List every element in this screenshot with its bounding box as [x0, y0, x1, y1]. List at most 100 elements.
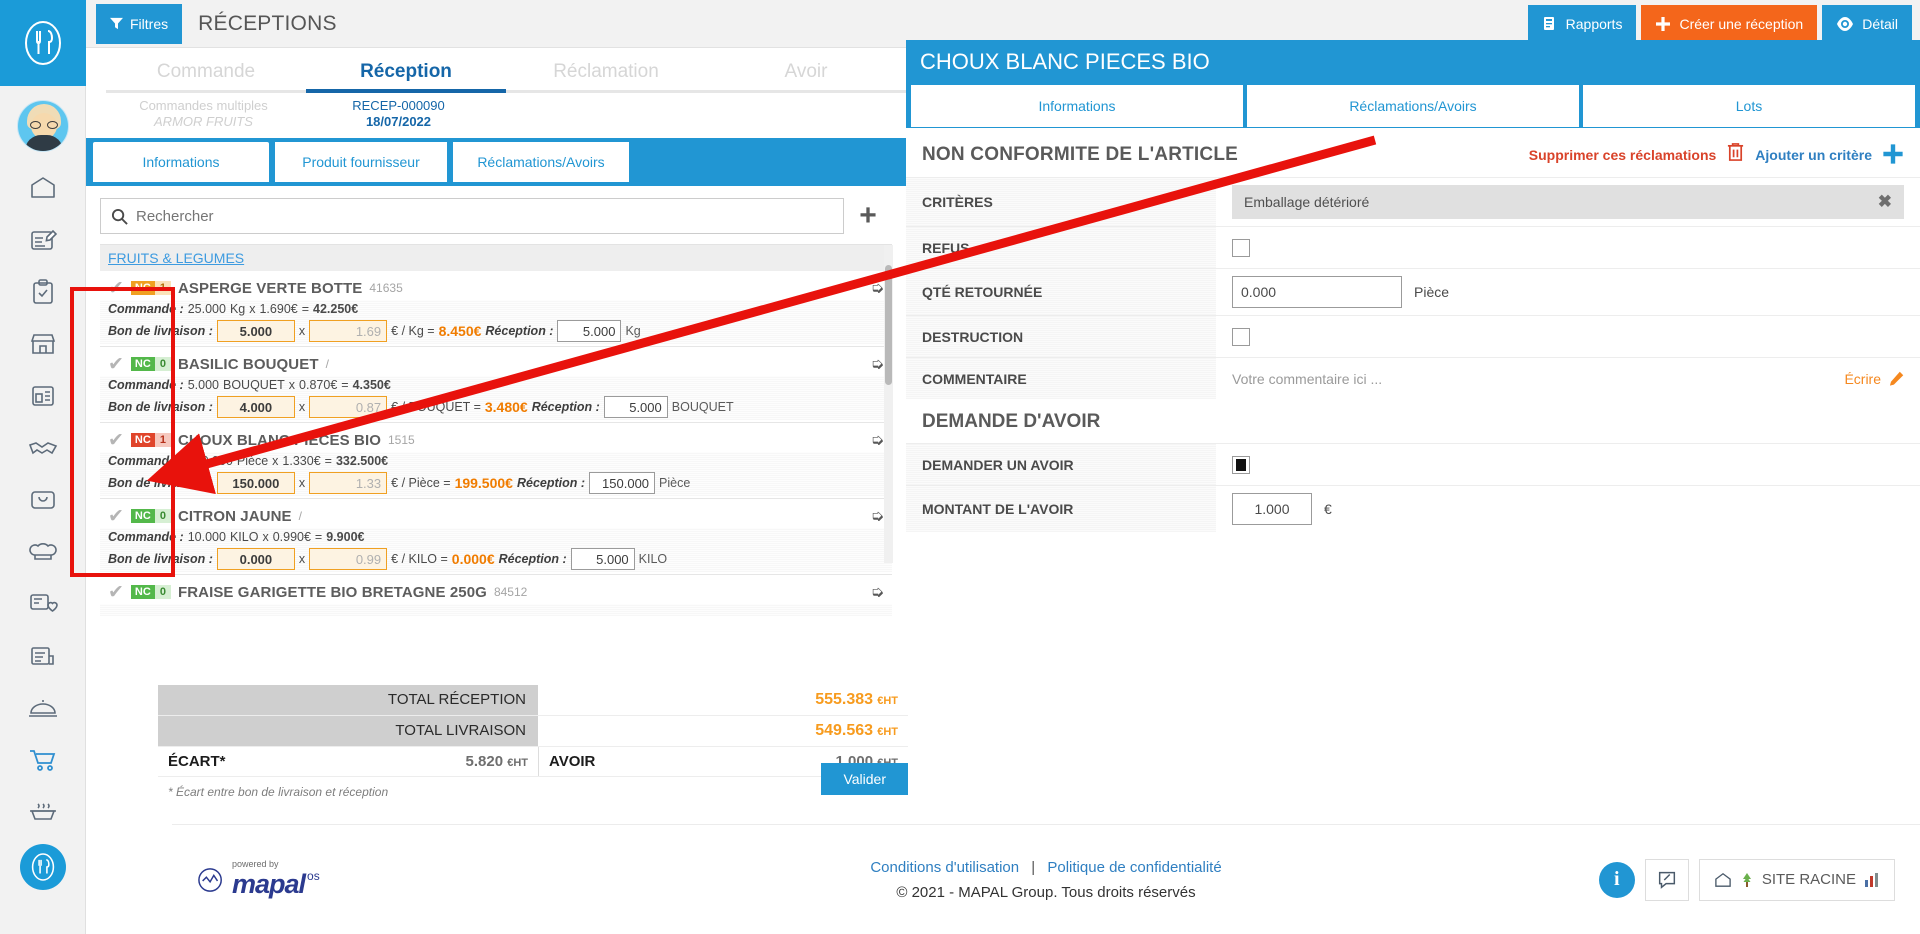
product-row[interactable]: ✔ NC 0 CITRON JAUNE / ➭ Commande : 10.00… [100, 499, 892, 575]
bl-qty-input[interactable]: 0.000 [216, 548, 295, 570]
sidebar-item-cloche[interactable] [17, 686, 69, 730]
reply-icon[interactable]: ➭ [871, 278, 884, 298]
reports-button[interactable]: Rapports [1527, 5, 1637, 43]
detail-button[interactable]: Détail [1822, 5, 1912, 43]
app-logo[interactable] [0, 0, 86, 86]
close-icon[interactable]: ✖ [1878, 192, 1892, 212]
inner-tab-produit-fournisseur[interactable]: Produit fournisseur [274, 141, 448, 183]
filters-button[interactable]: Filtres [96, 3, 183, 44]
topbar-actions: Rapports Créer une réception Détail [1527, 5, 1912, 43]
destruction-checkbox[interactable] [1232, 327, 1250, 346]
totals-block: TOTAL RÉCEPTION 555.383 €HT TOTAL LIVRAI… [158, 685, 908, 807]
bl-price-input[interactable]: 0.87 [309, 396, 388, 418]
privacy-link[interactable]: Politique de confidentialité [1047, 859, 1221, 876]
sidebar-item-chef-hat[interactable] [17, 530, 69, 574]
check-icon[interactable]: ✔ [108, 583, 124, 602]
inner-tab-reclamations-avoirs[interactable]: Réclamations/Avoirs [452, 141, 630, 183]
commande-total: 332.500€ [335, 454, 389, 468]
bl-qty-input[interactable]: 150.000 [216, 472, 295, 494]
product-commande-line: Commande : 5.000 BOUQUET x 0.870€ = 4.35… [100, 376, 892, 394]
product-row[interactable]: ✔ NC 0 BASILIC BOUQUET / ➭ Commande : 5.… [100, 347, 892, 423]
rp-tab-lots[interactable]: Lots [1582, 84, 1916, 128]
check-icon[interactable]: ✔ [108, 431, 124, 450]
reception-qty-input[interactable]: 5.000 [557, 320, 622, 342]
montant-avoir-input[interactable]: 1.000 [1232, 493, 1312, 525]
reception-qty-input[interactable]: 150.000 [589, 472, 656, 494]
inner-tab-informations[interactable]: Informations [92, 141, 270, 183]
sidebar-item-document[interactable] [17, 634, 69, 678]
category-header[interactable]: FRUITS & LEGUMES [100, 245, 892, 271]
bl-price-input[interactable]: 1.69 [309, 320, 388, 342]
commentaire-row: COMMENTAIRE Votre commentaire ici ... Éc… [906, 357, 1920, 399]
product-row[interactable]: ✔ NC 1 ASPERGE VERTE BOTTE 41635 ➭ Comma… [100, 271, 892, 347]
tab-avoir[interactable]: Avoir [706, 61, 906, 90]
check-icon[interactable]: ✔ [108, 507, 124, 526]
reception-unit: KILO [638, 552, 668, 566]
reception-qty-input[interactable]: 5.000 [603, 396, 668, 418]
rp-tab-informations[interactable]: Informations [910, 84, 1244, 128]
write-comment-button[interactable]: Écrire [1844, 371, 1904, 387]
delete-claims-link[interactable]: Supprimer ces réclamations [1529, 147, 1717, 163]
sidebar-bottom-logo[interactable] [19, 844, 66, 890]
plus-icon[interactable] [1882, 143, 1904, 167]
search-input[interactable] [136, 207, 833, 225]
product-bl-line: Bon de livraison : 4.000 x 0.87 € / BOUQ… [100, 394, 892, 420]
check-icon[interactable]: ✔ [108, 355, 124, 374]
check-icon[interactable]: ✔ [108, 279, 124, 298]
tab-reclamation[interactable]: Réclamation [506, 61, 706, 90]
sidebar-item-handshake[interactable] [17, 426, 69, 470]
sidebar-item-store[interactable] [17, 322, 69, 366]
demander-avoir-checkbox[interactable] [1232, 455, 1250, 474]
status-badge: NC 1 [130, 281, 171, 295]
reception-unit: BOUQUET [671, 400, 734, 414]
filter-icon [110, 17, 123, 30]
footer: powered by mapal os Conditions d'utilisa… [172, 824, 1920, 934]
commande-label: Commande : [108, 530, 184, 544]
search-box[interactable] [100, 198, 844, 234]
demander-avoir-row: DEMANDER UN AVOIR [906, 443, 1920, 485]
product-row[interactable]: ✔ NC 1 CHOUX BLANC PIECES BIO 1515 ➭ Com… [100, 423, 892, 499]
sidebar-item-recipe-heart[interactable] [17, 582, 69, 626]
filters-label: Filtres [130, 15, 169, 32]
add-criteria-link[interactable]: Ajouter un critère [1755, 147, 1872, 163]
create-reception-button[interactable]: Créer une réception [1641, 5, 1818, 43]
sidebar-item-home[interactable] [17, 166, 69, 210]
qte-retournee-input[interactable]: 0.000 [1232, 276, 1402, 308]
search-icon [111, 208, 128, 225]
product-row[interactable]: ✔ NC 0 FRAISE GARIGETTE BIO BRETAGNE 250… [100, 575, 892, 618]
list-scrollbar[interactable] [884, 245, 893, 563]
tab-commande[interactable]: Commande [106, 61, 306, 90]
sidebar-item-edit-note[interactable] [17, 218, 69, 262]
bl-price-input[interactable]: 1.33 [309, 472, 388, 494]
reception-unit: Pièce [659, 476, 691, 490]
bl-unit-text: € / BOUQUET = [391, 400, 481, 414]
product-title-row: ✔ NC 0 BASILIC BOUQUET / ➭ [100, 350, 892, 376]
reply-icon[interactable]: ➭ [871, 506, 884, 526]
bl-unit-text: € / KILO = [391, 552, 448, 566]
trash-icon[interactable] [1726, 142, 1745, 167]
sidebar-item-invoice[interactable] [17, 374, 69, 418]
reply-icon[interactable]: ➭ [871, 430, 884, 450]
tab-reception[interactable]: Réception [306, 61, 506, 90]
criteria-chip[interactable]: Emballage détérioré ✖ [1232, 185, 1904, 219]
add-product-button[interactable]: + [844, 201, 892, 231]
validate-button[interactable]: Valider [821, 763, 908, 795]
bl-price-input[interactable]: 0.99 [309, 548, 388, 570]
total-livraison-label: TOTAL LIVRAISON [158, 716, 538, 746]
bl-qty-input[interactable]: 5.000 [216, 320, 295, 342]
sidebar-item-box[interactable] [17, 478, 69, 522]
user-avatar[interactable] [16, 100, 69, 152]
terms-link[interactable]: Conditions d'utilisation [870, 859, 1019, 876]
reply-icon[interactable]: ➭ [871, 354, 884, 374]
bl-qty-input[interactable]: 4.000 [216, 396, 295, 418]
refus-checkbox[interactable] [1232, 238, 1250, 257]
sidebar-item-cart[interactable] [17, 738, 69, 782]
rp-tab-reclamations-avoirs[interactable]: Réclamations/Avoirs [1246, 84, 1580, 128]
reply-icon[interactable]: ➭ [871, 582, 884, 602]
search-row: + [86, 186, 906, 244]
sidebar-item-cooking-pan[interactable] [17, 790, 69, 834]
reception-qty-input[interactable]: 5.000 [570, 548, 635, 570]
sidebar-item-clipboard-check[interactable] [17, 270, 69, 314]
reports-label: Rapports [1565, 16, 1623, 32]
commentaire-placeholder: Votre commentaire ici ... [1232, 370, 1383, 387]
